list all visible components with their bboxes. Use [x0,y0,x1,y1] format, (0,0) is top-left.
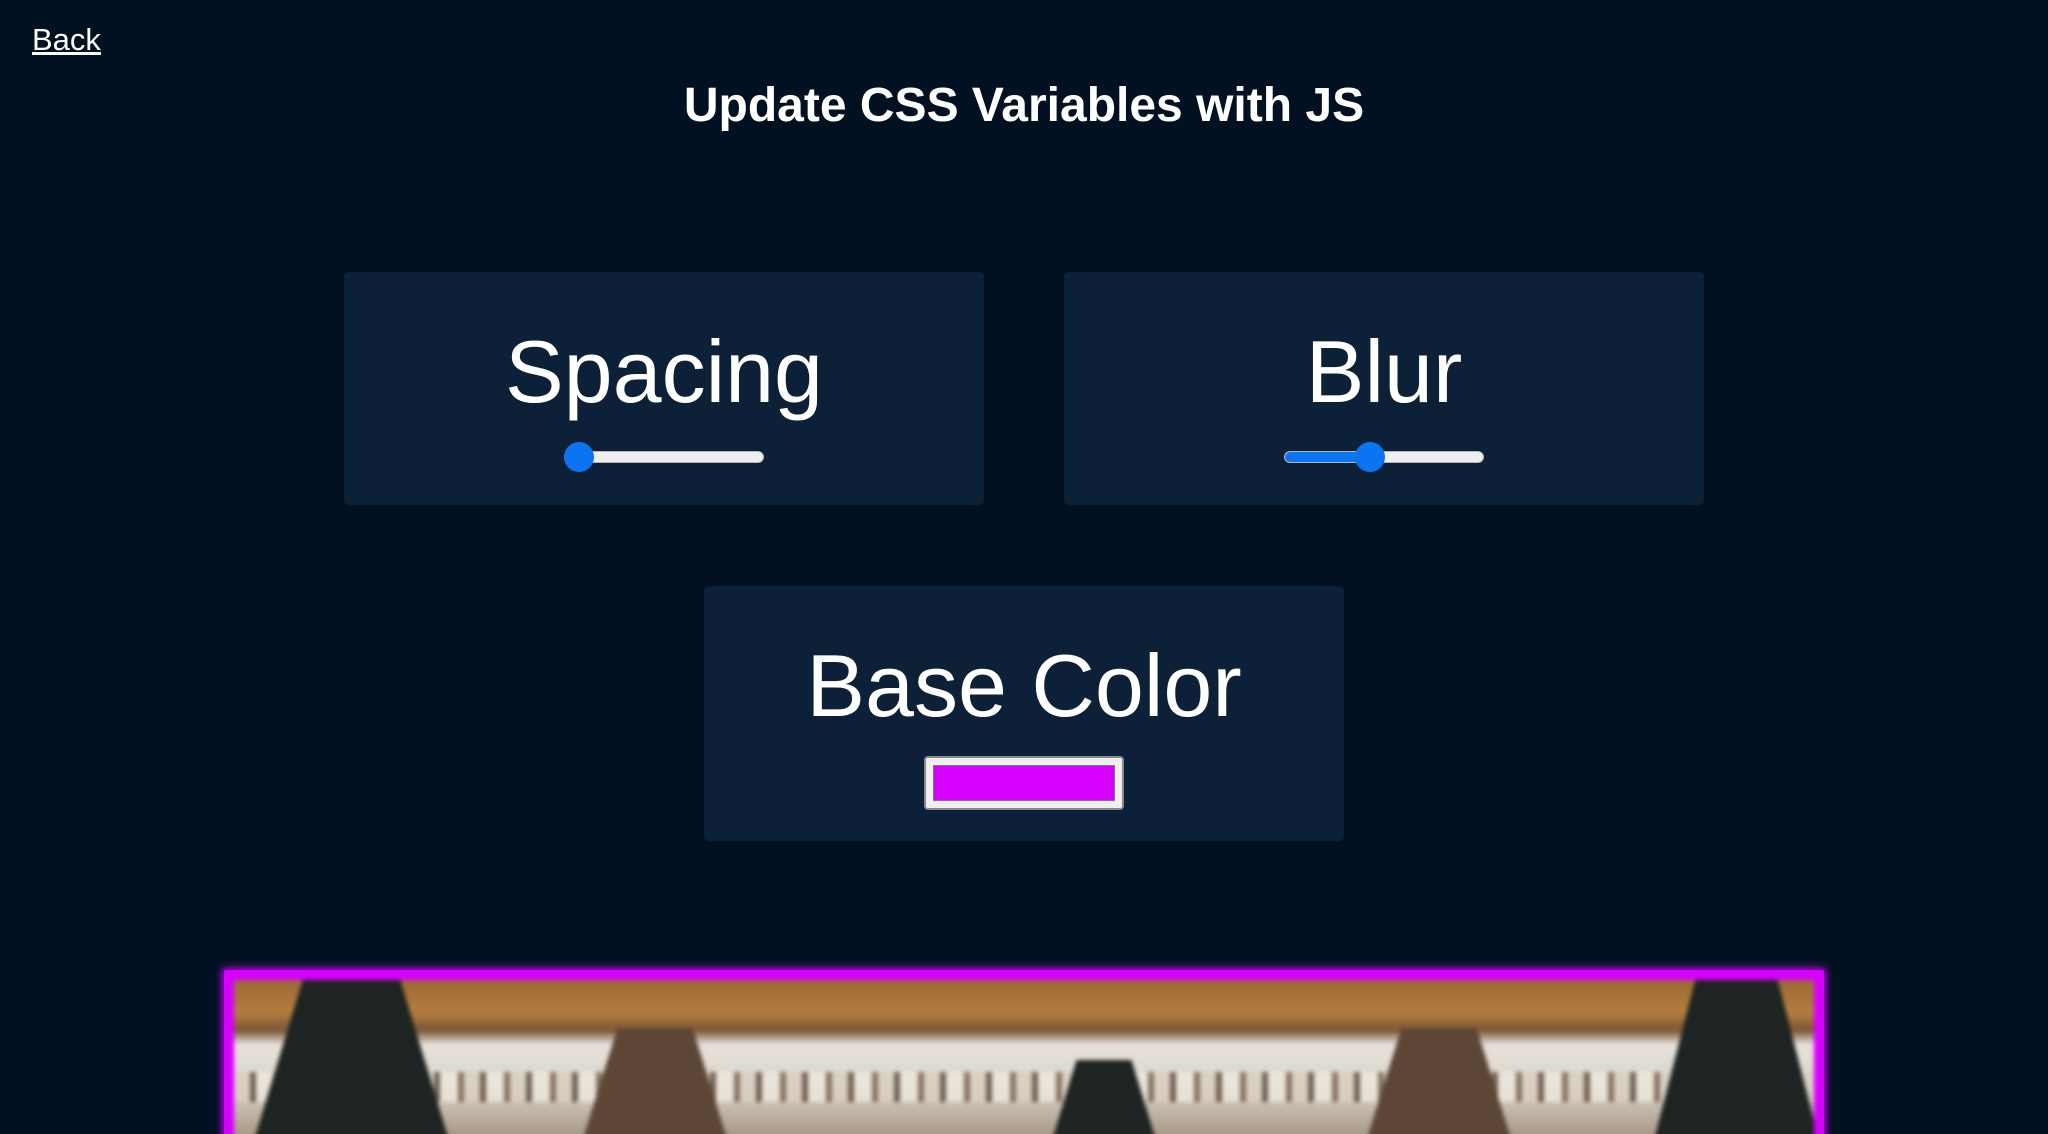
blur-slider[interactable] [1284,442,1484,472]
spacing-slider[interactable] [564,442,764,472]
base-color-label: Base Color [806,636,1242,735]
page-title: Update CSS Variables with JS [683,79,1365,132]
blur-label: Blur [1305,322,1463,421]
lamp-shade [1364,1028,1514,1134]
spacing-control-card: Spacing [344,272,984,505]
lamp-shade [580,1028,730,1134]
photo-frame [224,970,1824,1134]
spacing-label: Spacing [504,322,823,421]
photo-image [234,980,1814,1134]
lamp-shade [1654,980,1814,1134]
base-color-control-card: Base Color [704,586,1344,841]
back-link[interactable]: Back [32,22,101,58]
base-color-picker[interactable] [924,756,1124,810]
spacing-slider-thumb[interactable] [564,442,594,472]
lamp-shade [254,980,449,1134]
base-color-swatch[interactable] [933,765,1115,801]
blur-control-card: Blur [1064,272,1704,505]
page: Back Update CSS Variables with JS Spacin… [0,0,2048,1134]
photo-curtain [234,1072,1814,1102]
blur-slider-thumb[interactable] [1355,442,1386,472]
spacing-slider-track[interactable] [564,451,764,463]
